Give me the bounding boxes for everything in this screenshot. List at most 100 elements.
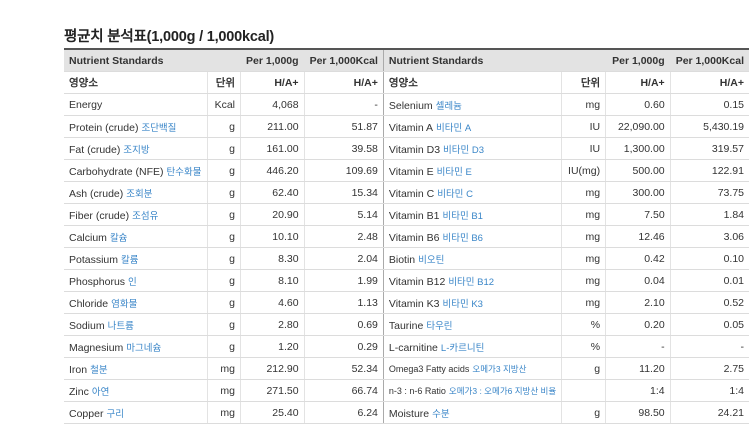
right-nutrient-ko: 셀레늄 — [435, 100, 462, 112]
right-unit: mg — [561, 269, 607, 292]
left-per-1000g-value: 8.30 — [240, 247, 305, 270]
right-nutrient-en: Vitamin B1 — [388, 209, 440, 222]
left-nutrient-en: Energy — [69, 98, 103, 111]
left-nutrient-ko: 조지방 — [123, 144, 150, 156]
right-nutrient-ko: 비타민 B6 — [442, 232, 483, 244]
right-nutrient-name: Selenium 셀레늄 — [383, 93, 563, 116]
right-per-1000kcal-value: - — [670, 335, 749, 358]
left-nutrient-ko: 철분 — [90, 364, 108, 376]
left-nutrient-name: Zinc 아연 — [64, 379, 209, 402]
right-per-1000kcal-value: 1.84 — [670, 203, 749, 226]
right-nutrient-ko: 오메가3 : 오메가6 지방산 비율 — [448, 385, 557, 396]
left-unit: g — [207, 335, 242, 358]
left-per-1000g-value: 20.90 — [240, 203, 305, 226]
right-unit: mg — [561, 203, 607, 226]
right-nutrient-ko: 비타민 B1 — [442, 210, 483, 222]
left-per-1000kcal-value: 2.48 — [304, 225, 384, 248]
right-nutrient-name: Vitamin D3 비타민 D3 — [383, 137, 563, 160]
left-unit: g — [207, 115, 242, 138]
left-nutrient-en: Carbohydrate (NFE) — [69, 165, 164, 178]
right-per-1000kcal-value: 2.75 — [670, 357, 749, 380]
left-per-1000g-value: 4,068 — [240, 93, 305, 116]
left-nutrient-en: Fiber (crude) — [69, 209, 130, 222]
right-unit — [561, 379, 607, 402]
table-row: Potassium 칼륨 g 8.30 2.04 Biotin 비오틴 mg 0.42 0.10 — [64, 247, 749, 270]
left-nutrient-ko: 나트륨 — [107, 320, 134, 332]
table-row: Protein (crude) 조단백질 g 211.00 51.87 Vitamin A… — [64, 115, 749, 138]
right-per-1000g-value: 0.20 — [605, 313, 671, 336]
left-nutrient-name: Sodium 나트륨 — [64, 313, 209, 336]
right-nutrient-ko: 오메가3 지방산 — [472, 363, 527, 374]
left-per-1000g-value: 4.60 — [240, 291, 305, 314]
table-row: Zinc 아연 mg 271.50 66.74 n-3 : n-6 Ratio 오메가3 :… — [64, 379, 749, 402]
right-nutrient-ko: 비타민 D3 — [443, 144, 485, 156]
right-nutrient-ko: L-카르니틴 — [440, 342, 485, 354]
right-nutrient-name: Vitamin B6 비타민 B6 — [383, 225, 563, 248]
right-nutrient-name: Taurine 타우린 — [383, 313, 563, 336]
right-nutrient-en: Vitamin D3 — [388, 143, 441, 156]
table-row: Phosphorus 인 g 8.10 1.99 Vitamin B12 비타민 B12 mg… — [64, 269, 749, 292]
table-subheader-row: 영양소 단위 H/A+ H/A+ 영양소 단위 H/A+ H/A+ — [64, 71, 749, 94]
right-per-1000kcal-value: 319.57 — [670, 137, 749, 160]
right-unit: mg — [561, 291, 607, 314]
right-nutrient-ko: 비타민 B12 — [448, 276, 495, 288]
left-nutrient-name: Calcium 칼슘 — [64, 225, 209, 248]
right-nutrient-en: n-3 : n-6 Ratio — [388, 385, 446, 396]
left-per-1000g-value: 2.80 — [240, 313, 305, 336]
subheader-right-kcal-label: H/A+ — [670, 71, 749, 94]
right-nutrient-en: Vitamin A — [388, 121, 434, 134]
left-nutrient-en: Fat (crude) — [69, 143, 121, 156]
table-row: Carbohydrate (NFE) 탄수화물 g 446.20 109.69 Vitam… — [64, 159, 749, 182]
left-nutrient-ko: 칼륨 — [121, 254, 139, 266]
right-nutrient-ko: 비타민 K3 — [442, 298, 483, 310]
left-per-1000kcal-value: 39.58 — [304, 137, 384, 160]
right-per-1000g-value: 300.00 — [605, 181, 671, 204]
right-per-1000g-value: 2.10 — [605, 291, 671, 314]
right-per-1000g-value: 0.04 — [605, 269, 671, 292]
left-per-1000kcal-value: 1.13 — [304, 291, 384, 314]
right-nutrient-name: Omega3 Fatty acids 오메가3 지방산 — [383, 357, 563, 380]
nutrition-analysis-panel: 평균치 분석표(1,000g / 1,000kcal) Nutrient Sta… — [0, 0, 749, 432]
right-nutrient-name: Vitamin K3 비타민 K3 — [383, 291, 563, 314]
left-nutrient-en: Phosphorus — [69, 275, 126, 288]
subheader-right-g-label: H/A+ — [605, 71, 671, 94]
left-unit: g — [207, 181, 242, 204]
left-per-1000g-value: 10.10 — [240, 225, 305, 248]
left-per-1000g-value: 62.40 — [240, 181, 305, 204]
right-nutrient-name: Vitamin A 비타민 A — [383, 115, 563, 138]
left-per-1000kcal-value: 1.99 — [304, 269, 384, 292]
table-row: Iron 철분 mg 212.90 52.34 Omega3 Fatty acids 오메가… — [64, 357, 749, 380]
left-nutrient-en: Potassium — [69, 253, 119, 266]
page-title: 평균치 분석표(1,000g / 1,000kcal) — [64, 29, 275, 45]
table-row: Sodium 나트륨 g 2.80 0.69 Taurine 타우린% 0.20 0.05 — [64, 313, 749, 336]
left-unit: g — [207, 269, 242, 292]
right-per-1000g-value: 0.60 — [605, 93, 671, 116]
right-nutrient-name: L-carnitine L-카르니틴 — [383, 335, 563, 358]
right-unit: IU — [561, 115, 607, 138]
left-per-1000g-value: 212.90 — [240, 357, 305, 380]
left-per-1000kcal-value: 0.69 — [304, 313, 384, 336]
left-nutrient-ko: 구리 — [106, 408, 124, 420]
right-nutrient-name: Biotin 비오틴 — [383, 247, 563, 270]
left-nutrient-en: Protein (crude) — [69, 121, 139, 134]
left-per-1000kcal-value: 66.74 — [304, 379, 384, 402]
right-nutrient-en: Biotin — [388, 253, 416, 266]
left-nutrient-ko: 칼슘 — [109, 232, 128, 244]
right-per-1000g-value: 22,090.00 — [605, 115, 671, 138]
left-nutrient-ko: 조단백질 — [141, 122, 177, 134]
left-nutrient-name: Phosphorus 인 — [64, 269, 209, 292]
right-nutrient-en: Taurine — [388, 319, 424, 332]
subheader-left-kcal-label: H/A+ — [304, 71, 384, 94]
subheader-left-name: 영양소 — [64, 71, 209, 94]
left-nutrient-name: Fat (crude) 조지방 — [64, 137, 209, 160]
left-unit: g — [207, 225, 242, 248]
right-unit: g — [561, 401, 607, 424]
left-per-1000kcal-value: 2.04 — [304, 247, 384, 270]
right-per-1000g-value: - — [605, 335, 671, 358]
left-per-1000g-value: 161.00 — [240, 137, 305, 160]
left-unit: g — [207, 291, 242, 314]
right-unit: mg — [561, 93, 607, 116]
right-unit: g — [561, 357, 607, 380]
right-unit: IU — [561, 137, 607, 160]
left-nutrient-name: Fiber (crude) 조섬유 — [64, 203, 209, 226]
